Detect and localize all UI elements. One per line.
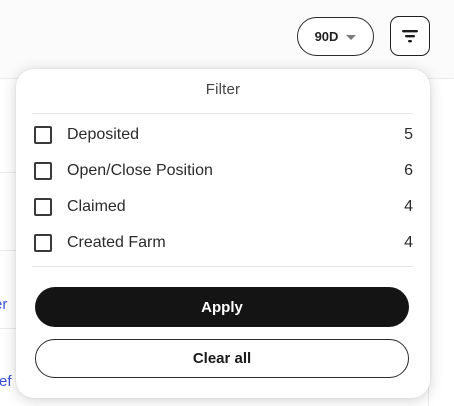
filter-option-count: 4 — [404, 234, 413, 251]
filter-option-label: Open/Close Position — [67, 162, 213, 179]
checkbox[interactable] — [34, 234, 52, 252]
background-link[interactable]: ref — [0, 373, 12, 390]
background-link[interactable]: er — [0, 296, 7, 313]
filter-option-deposited[interactable]: Deposited 5 — [34, 121, 413, 149]
filter-option-claimed[interactable]: Claimed 4 — [34, 193, 413, 221]
checkbox[interactable] — [34, 198, 52, 216]
checkbox[interactable] — [34, 162, 52, 180]
divider — [32, 266, 413, 267]
filter-button[interactable] — [390, 16, 430, 56]
filter-option-label: Created Farm — [67, 234, 166, 251]
filter-option-label: Claimed — [67, 198, 126, 215]
filter-option-count: 4 — [404, 198, 413, 215]
divider — [32, 113, 413, 114]
filter-option-label: Deposited — [67, 126, 140, 143]
chevron-down-icon — [346, 34, 357, 40]
filter-option-created-farm[interactable]: Created Farm 4 — [34, 229, 413, 257]
time-range-value: 90D — [314, 29, 339, 44]
filter-option-open-close-position[interactable]: Open/Close Position 6 — [34, 157, 413, 185]
checkbox[interactable] — [34, 126, 52, 144]
filter-title: Filter — [205, 81, 241, 98]
page: er ref 90D Filter Deposited 5 Open/Close… — [0, 0, 454, 406]
filter-icon — [402, 30, 418, 43]
time-range-select[interactable]: 90D — [297, 17, 374, 56]
filter-popover: Filter Deposited 5 Open/Close Position 6… — [16, 69, 430, 398]
filter-option-count: 5 — [404, 126, 413, 143]
clear-all-button[interactable]: Clear all — [35, 339, 409, 378]
apply-button[interactable]: Apply — [35, 287, 409, 327]
header-band — [0, 0, 454, 78]
filter-option-count: 6 — [404, 162, 413, 179]
